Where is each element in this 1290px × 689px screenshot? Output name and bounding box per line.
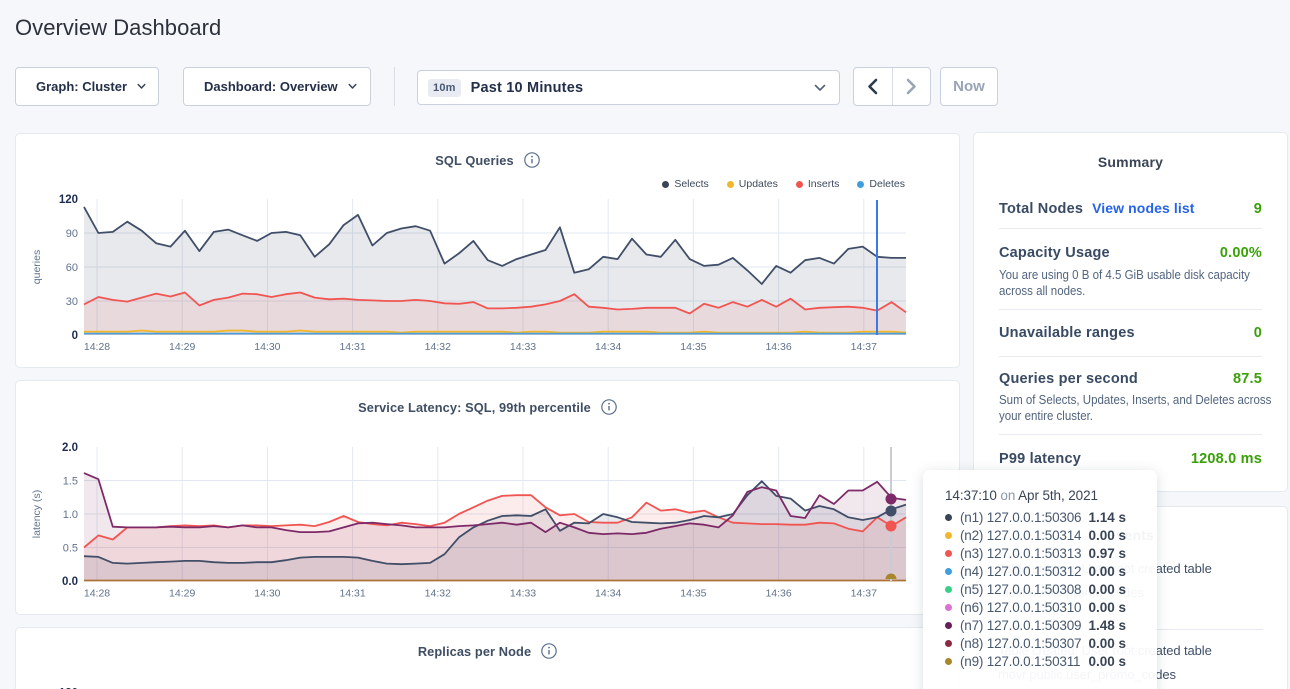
svg-text:120: 120 <box>59 194 78 206</box>
svg-text:1.0: 1.0 <box>63 509 78 521</box>
svg-text:2.0: 2.0 <box>62 442 78 454</box>
svg-text:30: 30 <box>66 296 78 308</box>
svg-text:14:33: 14:33 <box>510 588 536 600</box>
svg-text:60: 60 <box>66 262 78 274</box>
svg-text:14:30: 14:30 <box>254 341 280 353</box>
svg-text:14:32: 14:32 <box>425 341 451 353</box>
svg-text:14:36: 14:36 <box>765 588 791 600</box>
svg-text:0.0: 0.0 <box>62 576 78 588</box>
svg-text:14:37: 14:37 <box>851 341 877 353</box>
svg-text:latency (s): latency (s) <box>31 490 43 538</box>
svg-text:14:34: 14:34 <box>595 341 621 353</box>
svg-text:queries: queries <box>31 250 43 284</box>
svg-text:14:29: 14:29 <box>169 588 195 600</box>
svg-text:14:31: 14:31 <box>339 341 365 353</box>
svg-text:14:35: 14:35 <box>680 341 706 353</box>
svg-text:14:28: 14:28 <box>84 341 110 353</box>
svg-text:14:28: 14:28 <box>84 588 110 600</box>
svg-text:14:33: 14:33 <box>510 341 536 353</box>
svg-text:14:32: 14:32 <box>425 588 451 600</box>
svg-text:14:35: 14:35 <box>680 588 706 600</box>
svg-text:14:36: 14:36 <box>765 341 791 353</box>
svg-text:0: 0 <box>72 330 78 342</box>
svg-text:14:31: 14:31 <box>339 588 365 600</box>
svg-text:0.5: 0.5 <box>63 543 78 555</box>
svg-text:14:37: 14:37 <box>851 588 877 600</box>
svg-text:14:29: 14:29 <box>169 341 195 353</box>
svg-text:14:30: 14:30 <box>254 588 280 600</box>
svg-text:14:34: 14:34 <box>595 588 621 600</box>
svg-text:90: 90 <box>66 228 78 240</box>
svg-text:1.5: 1.5 <box>63 476 78 488</box>
